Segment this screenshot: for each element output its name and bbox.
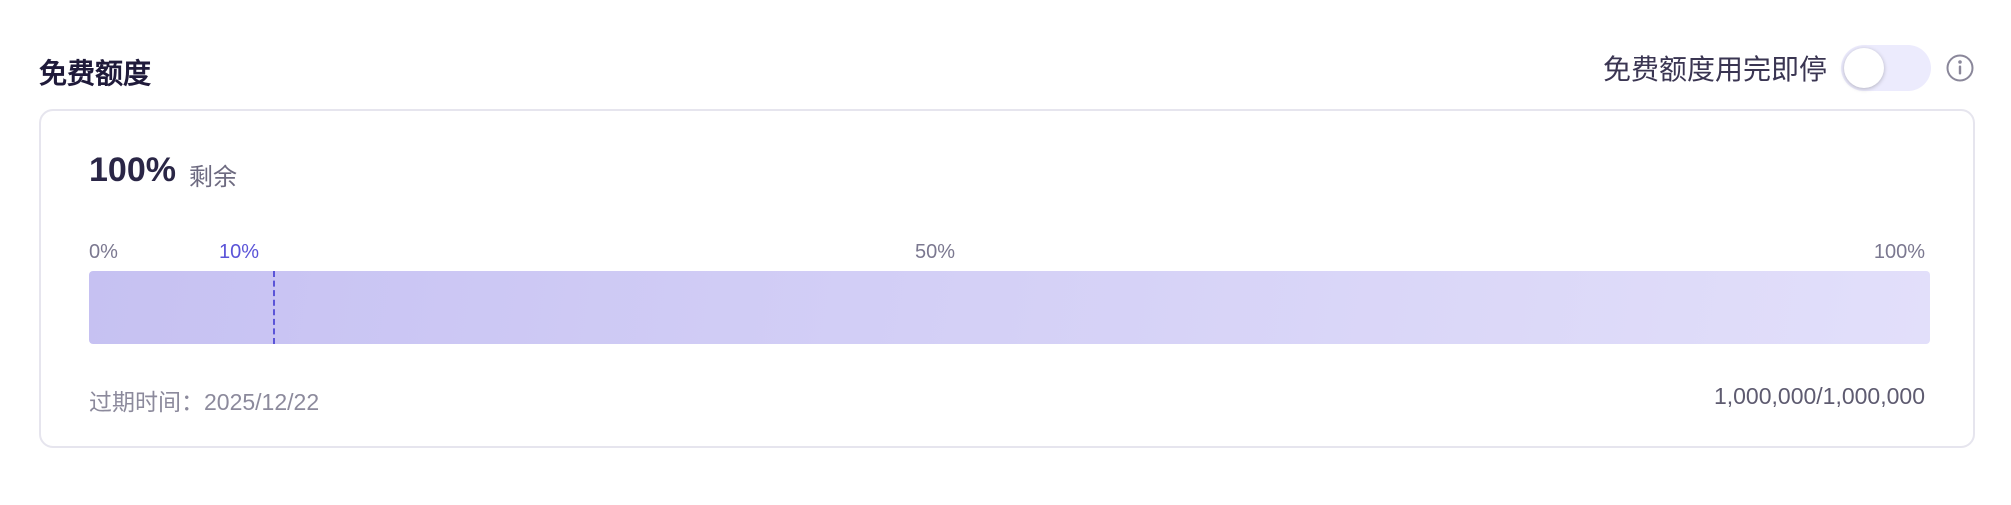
remaining-percent: 100%	[89, 151, 176, 189]
auto-stop-controls: 免费额度用完即停	[1603, 44, 1975, 92]
quota-card: 100% 剩余 0% 10% 50% 100% 过期时间：2025/12/22 …	[39, 109, 1975, 448]
section-title: 免费额度	[39, 57, 152, 90]
tick-label-0: 0%	[89, 241, 118, 263]
quota-progress-bar	[89, 271, 1930, 344]
quota-progress-fill	[89, 271, 1930, 344]
toggle-knob	[1844, 48, 1884, 88]
info-icon[interactable]	[1945, 53, 1975, 83]
tick-label-50: 50%	[915, 241, 956, 263]
usage-count: 1,000,000/1,000,000	[1713, 383, 1925, 409]
remaining-label: 剩余	[189, 163, 237, 191]
tick-label-100: 100%	[1873, 241, 1925, 263]
auto-stop-toggle[interactable]	[1841, 45, 1931, 91]
auto-stop-label: 免费额度用完即停	[1602, 53, 1827, 86]
quota-header: 免费额度 免费额度用完即停	[39, 38, 1975, 98]
expire-date: 2025/12/22	[204, 389, 320, 415]
tick-label-10: 10%	[219, 241, 260, 263]
expire-label: 过期时间：	[89, 390, 204, 416]
expire-info: 过期时间：2025/12/22	[89, 383, 319, 417]
threshold-marker	[273, 271, 276, 344]
